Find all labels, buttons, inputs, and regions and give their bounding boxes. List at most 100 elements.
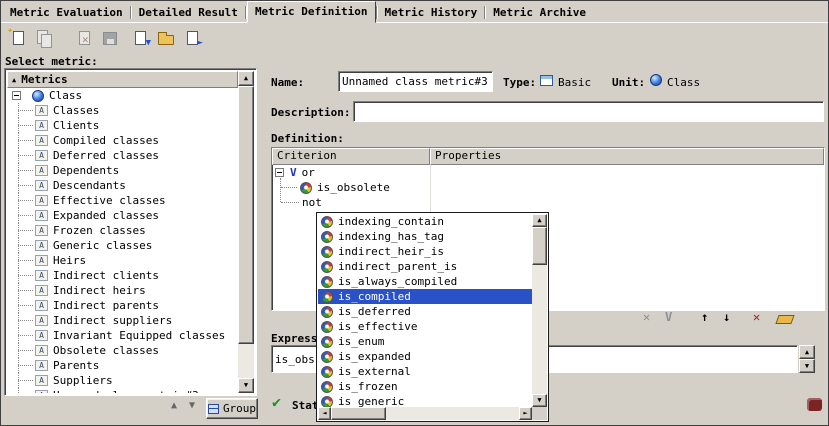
type-value: Basic <box>558 76 591 89</box>
expression-scrollbar[interactable]: ▲ ▼ <box>799 345 815 373</box>
criterion-option[interactable]: is_always_compiled <box>318 274 532 289</box>
scroll-up-icon[interactable]: ▲ <box>532 214 547 227</box>
criterion-row-label: or <box>302 165 315 180</box>
definition-grid-header: Criterion Properties <box>272 148 824 165</box>
move-metric-down-icon[interactable]: ▼ <box>189 400 195 411</box>
class-unit-icon <box>32 90 44 102</box>
criterion-option[interactable]: is_external <box>318 364 532 379</box>
criterion-option[interactable]: indexing_has_tag <box>318 229 532 244</box>
criterion-ball-icon <box>321 321 333 333</box>
metric-tree-item[interactable]: A Compiled classes <box>7 133 238 148</box>
metric-tree-item[interactable]: A Indirect parents <box>7 298 238 313</box>
description-input[interactable] <box>353 101 824 122</box>
tab-metric-evaluation[interactable]: Metric Evaluation <box>3 5 130 22</box>
metric-tree-item[interactable]: A Unnamed class metric#3 <box>7 388 238 393</box>
criterion-row-or[interactable]: V or <box>272 165 824 180</box>
scroll-down-icon[interactable]: ▼ <box>532 394 547 407</box>
metrics-column-header[interactable]: ▲Metrics <box>7 71 238 88</box>
criterion-option[interactable]: is_expanded <box>318 349 532 364</box>
move-metric-up-icon[interactable]: ▲ <box>171 400 177 411</box>
metric-tree-item[interactable]: A Frozen classes <box>7 223 238 238</box>
criterion-option[interactable]: is_frozen <box>318 379 532 394</box>
criterion-option[interactable]: indexing_contain <box>318 214 532 229</box>
criterion-row-is-obsolete[interactable]: is_obsolete <box>272 180 824 195</box>
scrollbar-thumb[interactable] <box>331 407 386 420</box>
metric-tree-item[interactable]: A Indirect heirs <box>7 283 238 298</box>
tree-root-class[interactable]: Class <box>7 88 238 103</box>
or-operator-button-icon[interactable]: V <box>665 310 672 324</box>
scrollbar-thumb[interactable] <box>532 227 547 265</box>
criterion-option[interactable]: is_deferred <box>318 304 532 319</box>
move-criterion-up-icon[interactable]: ↑ <box>701 310 708 324</box>
unit-label: Unit: <box>612 76 645 89</box>
metric-item-label: Obsolete classes <box>53 343 159 358</box>
metric-item-label: Effective classes <box>53 193 166 208</box>
scroll-down-icon[interactable]: ▼ <box>238 378 254 393</box>
scroll-down-icon[interactable]: ▼ <box>799 359 815 373</box>
open-metric-button[interactable] <box>155 27 178 50</box>
delete-metric-button[interactable]: ✕ <box>73 27 96 50</box>
metric-item-label: Indirect suppliers <box>53 313 172 328</box>
criterion-option[interactable]: is_compiled <box>318 289 532 304</box>
group-button[interactable]: Group <box>206 398 258 419</box>
metric-tree-item[interactable]: A Dependents <box>7 163 238 178</box>
metric-icon: A <box>35 270 48 281</box>
type-label: Type: <box>503 76 536 89</box>
collapse-icon[interactable] <box>12 91 21 100</box>
metric-item-label: Expanded classes <box>53 208 159 223</box>
copy-metric-button[interactable] <box>33 27 56 50</box>
scroll-up-icon[interactable]: ▲ <box>799 345 815 359</box>
move-criterion-down-icon[interactable]: ↓ <box>723 310 730 324</box>
scrollbar-thumb[interactable] <box>238 86 254 344</box>
criterion-option[interactable]: indirect_heir_is <box>318 244 532 259</box>
criterion-option[interactable]: indirect_parent_is <box>318 259 532 274</box>
metric-tree-item[interactable]: A Obsolete classes <box>7 343 238 358</box>
metric-tree-item[interactable]: A Deferred classes <box>7 148 238 163</box>
tab-metric-history[interactable]: Metric History <box>378 5 485 22</box>
criterion-option[interactable]: is_enum <box>318 334 532 349</box>
metric-icon: A <box>35 375 48 386</box>
metric-tree-item[interactable]: A Expanded classes <box>7 208 238 223</box>
tab-metric-definition[interactable]: Metric Definition <box>247 1 376 23</box>
note-icon[interactable] <box>807 398 822 411</box>
criterion-option[interactable]: is_effective <box>318 319 532 334</box>
metric-tree-item[interactable]: A Effective classes <box>7 193 238 208</box>
metric-tree-item[interactable]: A Suppliers <box>7 373 238 388</box>
metric-tree-item[interactable]: A Classes <box>7 103 238 118</box>
new-metric-button[interactable]: ✦ <box>7 27 30 50</box>
remove-criterion-icon[interactable]: ✕ <box>643 310 650 324</box>
export-metric-button[interactable]: ► <box>181 27 204 50</box>
criterion-option[interactable]: is_generic <box>318 394 532 407</box>
metric-tree-item[interactable]: A Parents <box>7 358 238 373</box>
properties-column-header[interactable]: Properties <box>430 148 824 165</box>
import-metric-button[interactable]: ▼ <box>129 27 152 50</box>
metric-tree-item[interactable]: A Invariant Equipped classes <box>7 328 238 343</box>
metric-icon: A <box>35 345 48 356</box>
name-input[interactable] <box>338 71 493 92</box>
criterion-ball-icon <box>321 276 333 288</box>
dropdown-vertical-scrollbar[interactable]: ▲ ▼ <box>532 214 547 407</box>
scroll-right-icon[interactable]: ► <box>519 407 532 420</box>
metric-item-label: Indirect parents <box>53 298 159 313</box>
tab-metric-archive[interactable]: Metric Archive <box>486 5 593 22</box>
tab-detailed-result[interactable]: Detailed Result <box>132 5 245 22</box>
metric-tree-item[interactable]: A Indirect suppliers <box>7 313 238 328</box>
metric-tree-item[interactable]: A Descendants <box>7 178 238 193</box>
save-metric-button[interactable] <box>99 27 122 50</box>
metric-tree-item[interactable]: A Clients <box>7 118 238 133</box>
delete-criterion-icon[interactable]: ✕ <box>753 310 760 324</box>
scroll-left-icon[interactable]: ◄ <box>318 407 331 420</box>
criterion-column-header[interactable]: Criterion <box>272 148 430 165</box>
metric-tree-item[interactable]: A Heirs <box>7 253 238 268</box>
scroll-up-icon[interactable]: ▲ <box>238 71 254 86</box>
metric-tree-item[interactable]: A Indirect clients <box>7 268 238 283</box>
criterion-option-label: indexing_has_tag <box>338 229 444 244</box>
metric-tree-item[interactable]: A Generic classes <box>7 238 238 253</box>
collapse-icon[interactable] <box>275 168 284 177</box>
eraser-icon[interactable] <box>775 315 794 324</box>
metric-item-label: Classes <box>53 103 99 118</box>
metric-icon: A <box>35 120 48 131</box>
dropdown-horizontal-scrollbar[interactable]: ◄ ► <box>318 407 532 420</box>
criterion-row-not[interactable]: not <box>272 195 824 210</box>
tree-vertical-scrollbar[interactable]: ▲ ▼ <box>238 71 254 393</box>
